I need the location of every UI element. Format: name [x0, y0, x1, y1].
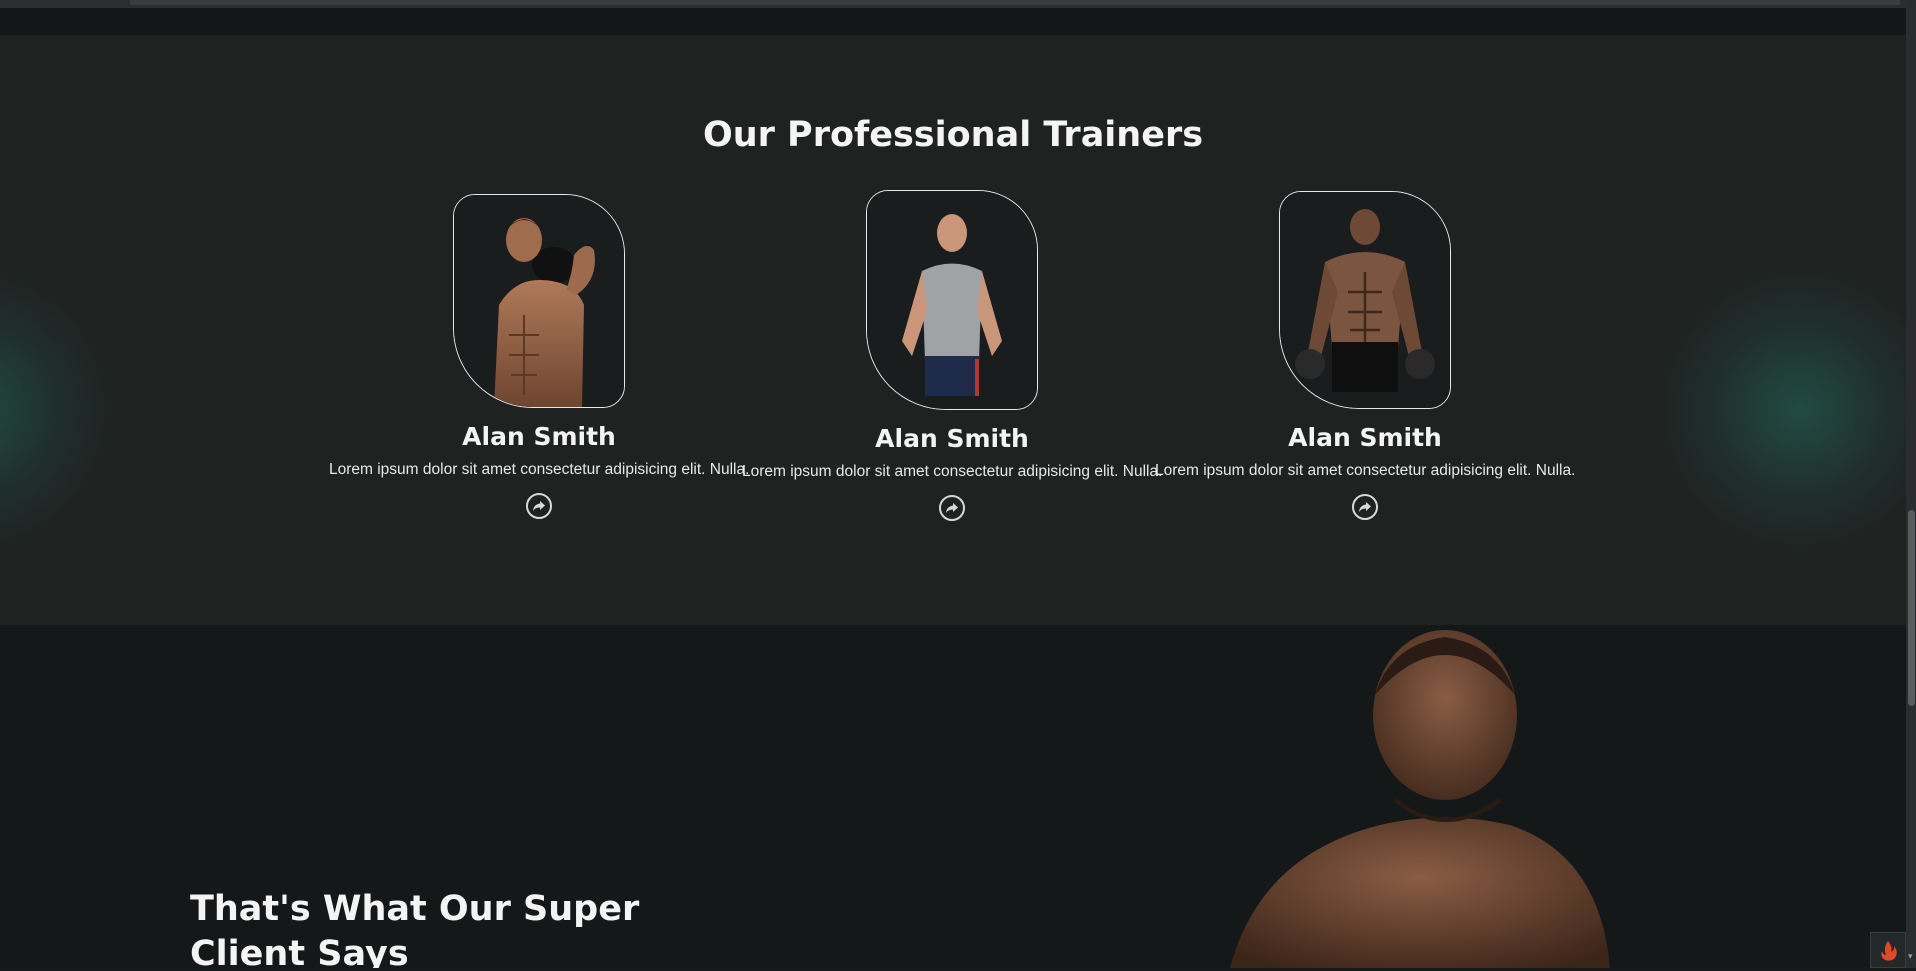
trainer-name: Alan Smith	[462, 422, 616, 451]
trainer-photo	[866, 190, 1038, 410]
trainer-photo-image	[1280, 192, 1450, 408]
flame-icon	[1881, 941, 1897, 961]
share-arrow-icon	[946, 503, 958, 513]
trainer-photo	[1279, 191, 1451, 409]
browser-top-bar-inner	[130, 0, 1900, 5]
trainer-description: Lorem ipsum dolor sit amet consectetur a…	[742, 463, 1163, 480]
trainer-photo-image	[454, 195, 624, 407]
trainers-section: Our Professional Trainers Alan Smith Lor…	[0, 35, 1906, 625]
share-button[interactable]	[526, 493, 552, 519]
trainer-photo	[453, 194, 625, 408]
page-scrollbar[interactable]	[1906, 0, 1916, 968]
trainers-section-title: Our Professional Trainers	[702, 115, 1204, 155]
testimonials-title: That's What Our Super Client Says	[190, 889, 640, 968]
previous-section-edge	[0, 8, 1906, 35]
share-button[interactable]	[939, 495, 965, 521]
extension-icon[interactable]	[1870, 932, 1906, 968]
share-arrow-icon	[533, 501, 545, 511]
trainer-description: Lorem ipsum dolor sit amet consectetur a…	[329, 461, 750, 478]
hero-athlete-image	[1230, 630, 1610, 968]
share-button[interactable]	[1352, 494, 1378, 520]
teal-glow-right	[1650, 260, 1906, 560]
scroll-down-arrow-icon[interactable]: ▾	[1908, 952, 1916, 962]
trainer-name: Alan Smith	[1288, 423, 1442, 452]
trainer-photo-image	[867, 191, 1037, 409]
trainer-card: Alan Smith Lorem ipsum dolor sit amet co…	[742, 190, 1162, 525]
share-arrow-icon	[1359, 502, 1371, 512]
trainer-card: Alan Smith Lorem ipsum dolor sit amet co…	[1155, 191, 1575, 524]
teal-glow-left	[0, 260, 120, 560]
scrollbar-thumb[interactable]	[1908, 510, 1915, 706]
browser-top-bar	[0, 0, 1916, 8]
testimonials-section: That's What Our Super Client Says	[0, 625, 1906, 968]
trainer-card: Alan Smith Lorem ipsum dolor sit amet co…	[329, 194, 749, 523]
trainer-name: Alan Smith	[875, 424, 1029, 453]
trainer-description: Lorem ipsum dolor sit amet consectetur a…	[1155, 462, 1576, 479]
